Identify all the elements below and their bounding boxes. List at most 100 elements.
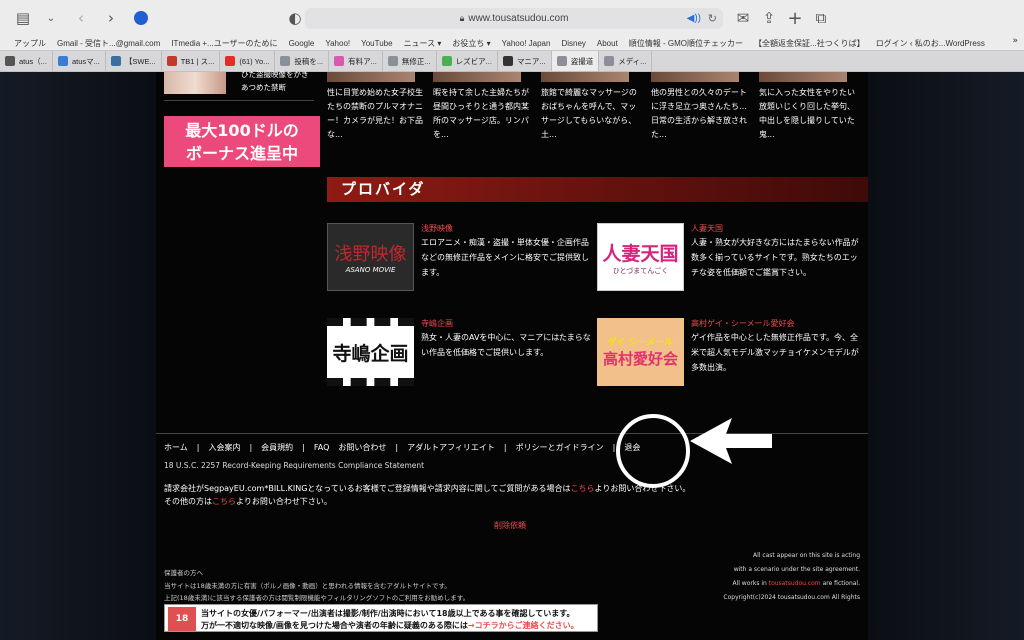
browser-tab[interactable]: TB1 | ス... bbox=[162, 51, 221, 71]
chevron-down-icon[interactable]: ⌄ bbox=[40, 7, 62, 29]
browser-tab[interactable]: 無修正... bbox=[383, 51, 437, 71]
bookmark-item[interactable]: YouTube bbox=[361, 39, 392, 48]
footer-nav-link[interactable]: お問い合わせ bbox=[338, 443, 386, 452]
footer-nav-link[interactable]: FAQ bbox=[314, 443, 330, 452]
tab-overview-icon[interactable]: ⧉ bbox=[810, 7, 832, 29]
footer-nav-link[interactable]: ホーム bbox=[164, 443, 188, 452]
sidebar-toggle-icon[interactable]: ▤ bbox=[12, 7, 34, 29]
bookmark-item[interactable]: About bbox=[597, 39, 618, 48]
back-icon[interactable]: ‹ bbox=[70, 7, 92, 29]
billing-contact-link[interactable]: こちら bbox=[571, 484, 595, 493]
bookmark-item[interactable]: 順位情報 - GMO順位チェッカー bbox=[629, 38, 743, 49]
speaker-icon[interactable]: ◀)) bbox=[687, 13, 701, 24]
footer-nav-link[interactable]: ポリシーとガイドライン bbox=[516, 443, 604, 452]
bookmark-item[interactable]: ITmedia +...ユーザーのために bbox=[171, 38, 277, 49]
browser-tab[interactable]: atusマ... bbox=[53, 51, 106, 71]
disclaimer-line2: with a scenario under the site agreement… bbox=[733, 566, 860, 573]
bonus-banner[interactable]: 最大100ドルの ボーナス進呈中 bbox=[164, 116, 320, 167]
tab-label: マニア... bbox=[516, 56, 546, 66]
provider-card[interactable]: 寺嶋企画 寺嶋企画 熟女・人妻のAVを中心に、マニアにはたまらない作品を低価格で… bbox=[327, 318, 597, 388]
section-title: プロバイダ bbox=[327, 177, 868, 202]
logo-subtext: ゲイ シーメール bbox=[607, 338, 674, 348]
video-caption[interactable]: 暇を持て余した主婦たちが昼間ひっそりと通う都内某所のマッサージ店。リンパを... bbox=[433, 86, 531, 142]
video-thumbnail[interactable] bbox=[433, 72, 521, 82]
browser-tab[interactable]: マニア... bbox=[498, 51, 552, 71]
footer-nav-link[interactable]: 入会案内 bbox=[208, 443, 240, 452]
web-page: ひた盗撮映像をかきあつめた禁断 最大100ドルの ボーナス進呈中 性に目覚め始め… bbox=[0, 70, 1024, 640]
provider-name[interactable]: 高村ゲイ・シーメール愛好会 bbox=[691, 318, 795, 329]
video-caption[interactable]: 他の男性との久々のデートに浮き足立つ奥さんたち…日常の生活から解き放された... bbox=[651, 86, 749, 142]
bookmark-item[interactable]: Yahoo! bbox=[325, 39, 350, 48]
compliance-link[interactable]: 18 U.S.C. 2257 Record-Keeping Requiremen… bbox=[164, 461, 424, 470]
bookmark-item[interactable]: 【全額返金保証...社つくりば】 bbox=[754, 38, 865, 49]
disclaimer-post: are fictional. bbox=[820, 580, 860, 587]
other-contact-link[interactable]: こちら bbox=[212, 497, 236, 506]
provider-card[interactable]: 浅野映像 ASANO MOVIE 浅野映像 エロアニメ・痴漢・盗撮・単体女優・企… bbox=[327, 223, 597, 293]
video-thumbnail[interactable] bbox=[541, 72, 629, 82]
age-18-badge: 18 bbox=[168, 607, 196, 631]
video-caption[interactable]: 性に目覚め始めた女子校生たちの禁断のプルマオナニー！カメラが見た！お下品な... bbox=[327, 86, 425, 142]
new-tab-icon[interactable]: + bbox=[784, 7, 806, 29]
nav-separator: | bbox=[249, 443, 253, 452]
provider-name[interactable]: 人妻天国 bbox=[691, 223, 723, 234]
video-thumbnail[interactable] bbox=[651, 72, 739, 82]
banner-line1: 最大100ドルの bbox=[185, 121, 299, 140]
share-icon[interactable]: ⇪ bbox=[758, 7, 780, 29]
tab-label: TB1 | ス... bbox=[180, 56, 215, 66]
footer-nav-link[interactable]: 会員規約 bbox=[261, 443, 293, 452]
reload-icon[interactable]: ↻ bbox=[708, 12, 717, 25]
sidebar-caption[interactable]: ひた盗撮映像をかきあつめた禁断 bbox=[241, 68, 311, 94]
delete-request-link[interactable]: 削除依頼 bbox=[494, 520, 526, 531]
logo-text: 高村愛好会 bbox=[602, 350, 678, 368]
forward-icon[interactable]: › bbox=[100, 7, 122, 29]
app-icon[interactable] bbox=[130, 7, 152, 29]
browser-tab[interactable]: 有料ア... bbox=[329, 51, 383, 71]
bookmark-item[interactable]: お役立ち ▾ bbox=[452, 38, 490, 49]
provider-card[interactable]: 人妻天国 ひとづまてんごく 人妻天国 人妻・熟女が大好きな方にはたまらない作品が… bbox=[597, 223, 867, 293]
sidebar-thumbnail[interactable] bbox=[164, 72, 226, 94]
bookmark-item[interactable]: Yahoo! Japan bbox=[502, 39, 551, 48]
browser-tab[interactable]: atus（... bbox=[0, 51, 53, 71]
mail-icon[interactable]: ✉ bbox=[732, 7, 754, 29]
bookmark-item[interactable]: Gmail - 受信ト...@gmail.com bbox=[57, 38, 160, 49]
bookmark-item[interactable]: ログイン ‹ 私のお...WordPress bbox=[876, 38, 985, 49]
site-link[interactable]: tousatsudou.com bbox=[769, 580, 821, 587]
disclaimer-pre: All works in bbox=[732, 580, 769, 587]
provider-logo[interactable]: 人妻天国 ひとづまてんごく bbox=[597, 223, 684, 291]
footer-nav-link[interactable]: アダルトアフィリエイト bbox=[407, 443, 495, 452]
provider-name[interactable]: 寺嶋企画 bbox=[421, 318, 453, 329]
provider-logo[interactable]: 浅野映像 ASANO MOVIE bbox=[327, 223, 414, 291]
logo-text: 浅野映像 bbox=[334, 244, 407, 265]
provider-logo[interactable]: 寺嶋企画 bbox=[327, 318, 414, 386]
bookmark-item[interactable]: アップル bbox=[14, 38, 46, 49]
tab-bar: atus（... atusマ... 【SWE... TB1 | ス... (61) Yo… bbox=[0, 50, 1024, 72]
bookmarks-overflow-icon[interactable]: » bbox=[1012, 36, 1018, 46]
browser-tab[interactable]: 【SWE... bbox=[106, 51, 162, 71]
tab-label: 有料ア... bbox=[348, 56, 377, 66]
bookmark-item[interactable]: Google bbox=[289, 39, 315, 48]
video-thumbnail[interactable] bbox=[327, 72, 415, 82]
provider-name[interactable]: 浅野映像 bbox=[421, 223, 453, 234]
provider-logo[interactable]: ゲイ シーメール 高村愛好会 bbox=[597, 318, 684, 386]
tab-favicon-icon bbox=[441, 56, 452, 66]
bookmark-item[interactable]: Disney bbox=[561, 39, 585, 48]
age-notice: 18 当サイトの女優/パフォーマー/出演者は撮影/制作/出演時において18歳以上… bbox=[164, 604, 598, 632]
tab-favicon-icon bbox=[110, 56, 121, 66]
disclaimer-line3: All works in tousatsudou.com are fiction… bbox=[732, 580, 860, 587]
other-tail: よりお問い合わせ下さい。 bbox=[236, 497, 332, 506]
video-caption[interactable]: 旅館で綺麗なマッサージのおばちゃんを呼んで、マッサージしてもらいながら、土... bbox=[541, 86, 639, 142]
video-caption[interactable]: 気に入った女性をやりたい放題いじくり回した挙句、中出しを隠し撮りしていた鬼... bbox=[759, 86, 857, 142]
browser-tab[interactable]: レズビア... bbox=[437, 51, 498, 71]
video-thumbnail[interactable] bbox=[759, 72, 847, 82]
notice-line1: 当サイトの女優/パフォーマー/出演者は撮影/制作/出演時において18歳以上である… bbox=[201, 609, 575, 618]
browser-tab[interactable]: 盗撮道 bbox=[551, 51, 600, 71]
provider-card[interactable]: ゲイ シーメール 高村愛好会 高村ゲイ・シーメール愛好会 ゲイ作品を中心とした無… bbox=[597, 318, 867, 388]
bookmark-item[interactable]: ニュース ▾ bbox=[404, 38, 442, 49]
browser-tab[interactable]: メディ... bbox=[599, 51, 653, 71]
address-bar[interactable]: 🔒︎ www.tousatsudou.com ◀)) ↻ bbox=[305, 8, 723, 29]
nav-separator: | bbox=[395, 443, 399, 452]
privacy-shield-icon[interactable]: ◐ bbox=[284, 7, 306, 29]
billing-text: 請求会社がSegpayEU.com*BILL.KINGとなっているお客様でご登録… bbox=[164, 484, 571, 493]
notice-contact-link[interactable]: →コチラからご連絡ください。 bbox=[468, 621, 579, 630]
other-text: その他の方は bbox=[164, 497, 212, 506]
